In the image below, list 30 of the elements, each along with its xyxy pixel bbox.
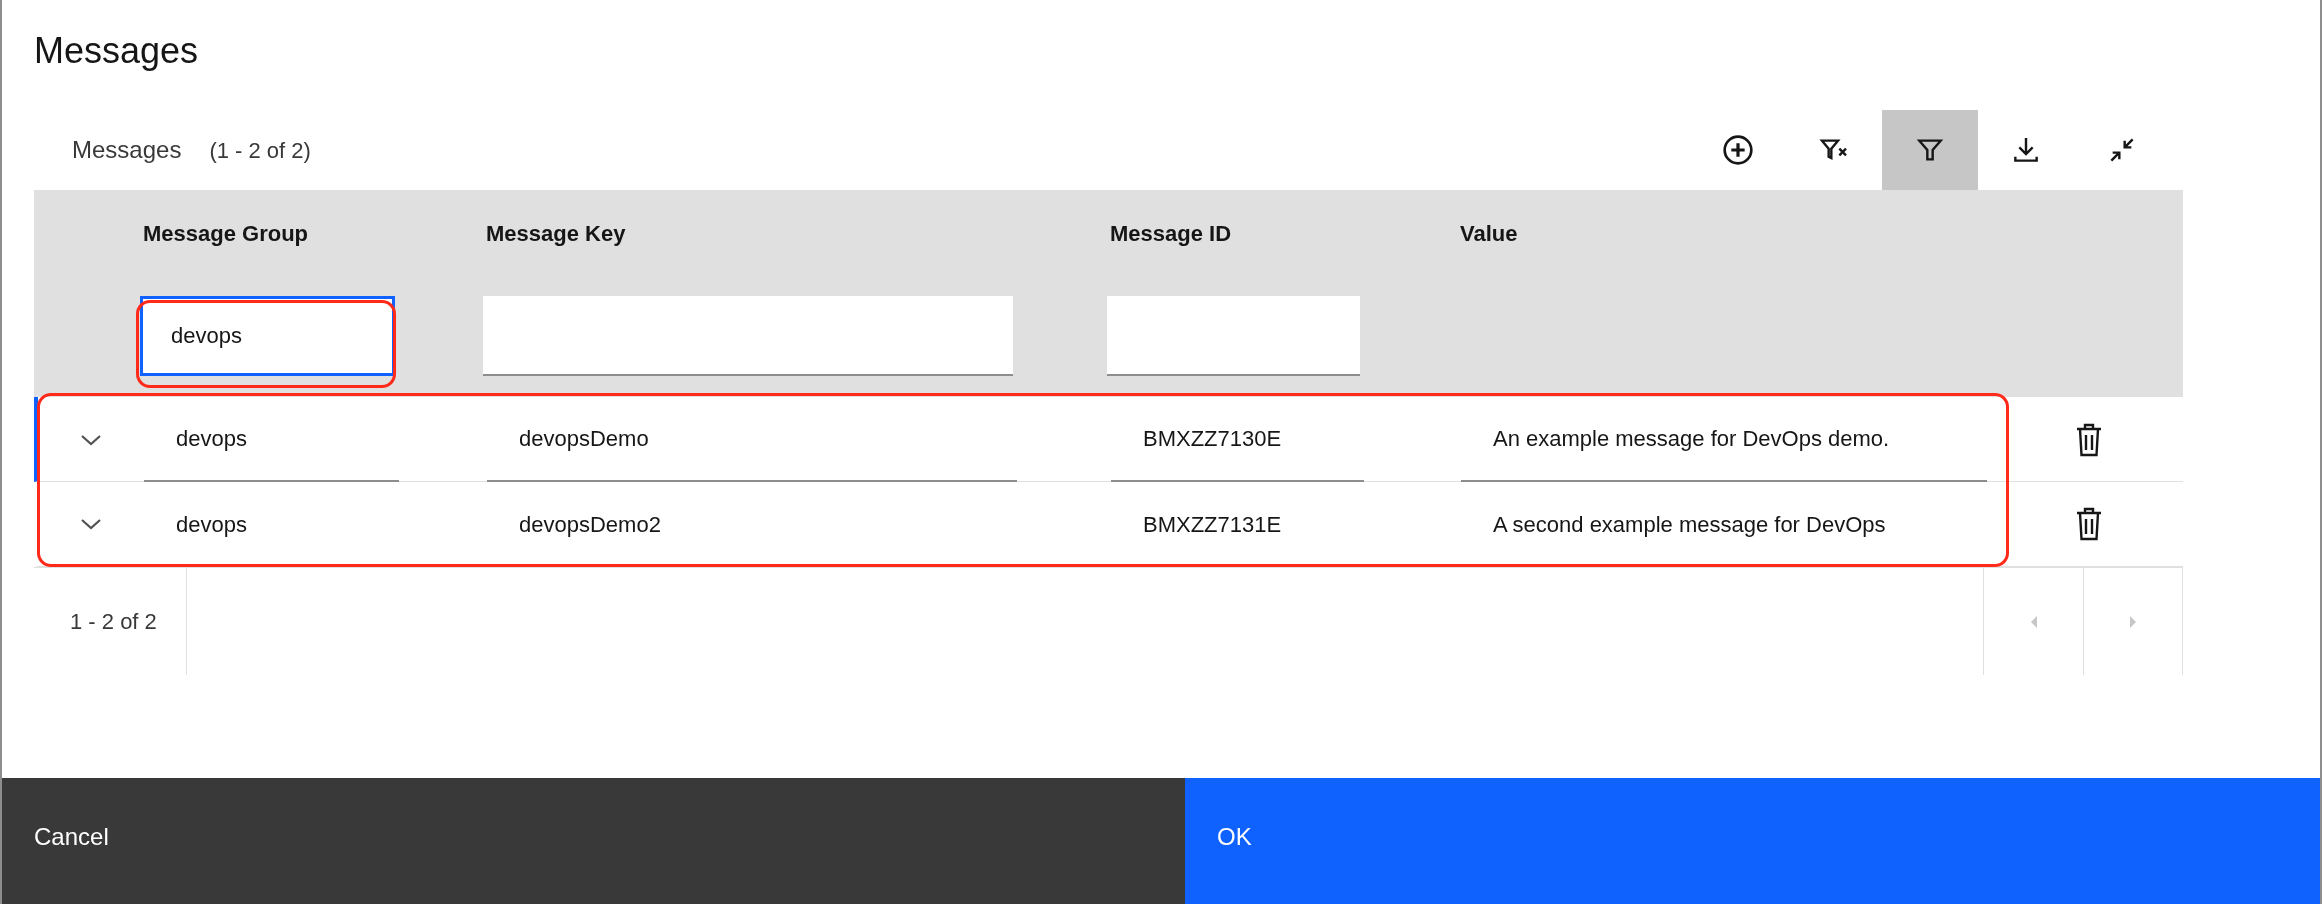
filter-button[interactable] (1882, 110, 1978, 190)
pagination-range: 1 - 2 of 2 (70, 608, 157, 636)
chevron-down-icon[interactable] (80, 432, 102, 447)
table-cell-text: A second example message for DevOps (1492, 510, 1887, 539)
chevron-down-icon[interactable] (80, 517, 102, 531)
caret-right-icon (2128, 614, 2138, 629)
add-circle-icon (1722, 134, 1754, 166)
cell-field[interactable]: An example message for DevOps demo. (1461, 397, 1987, 482)
trash-icon[interactable] (2074, 422, 2103, 457)
cell-field[interactable]: BMXZZ7130E (1111, 397, 1364, 482)
table-cell-text: BMXZZ7131E (1142, 510, 1282, 539)
dialog-title: Messages (34, 30, 199, 71)
row-count: (1 - 2 of 2) (209, 136, 311, 165)
table-row[interactable]: devops devopsDemo2 BMXZZ7131E A second example message for DevOps (34, 482, 2183, 567)
cell-field[interactable]: devops (144, 397, 399, 482)
filter-field[interactable]: devops (140, 296, 395, 376)
table-cell-text: devopsDemo2 (518, 510, 661, 539)
filter-field[interactable] (483, 296, 1013, 376)
cell-field[interactable]: devopsDemo (487, 397, 1017, 482)
column-header: Message Group (143, 219, 309, 248)
column-header: Message Key (486, 219, 626, 248)
table-cell-text: devops (175, 510, 247, 539)
ok-button[interactable]: OK (1185, 778, 2320, 904)
filter-field[interactable] (1107, 296, 1360, 376)
column-header: Message ID (1110, 219, 1232, 248)
table-title: Messages (72, 135, 182, 165)
column-header: Value (1460, 219, 1518, 248)
cancel-button[interactable]: Cancel (2, 778, 1185, 904)
table-row[interactable]: devops devopsDemo BMXZZ7130E An example message for DevOps demo. (34, 397, 2183, 482)
trash-icon[interactable] (2074, 507, 2103, 541)
